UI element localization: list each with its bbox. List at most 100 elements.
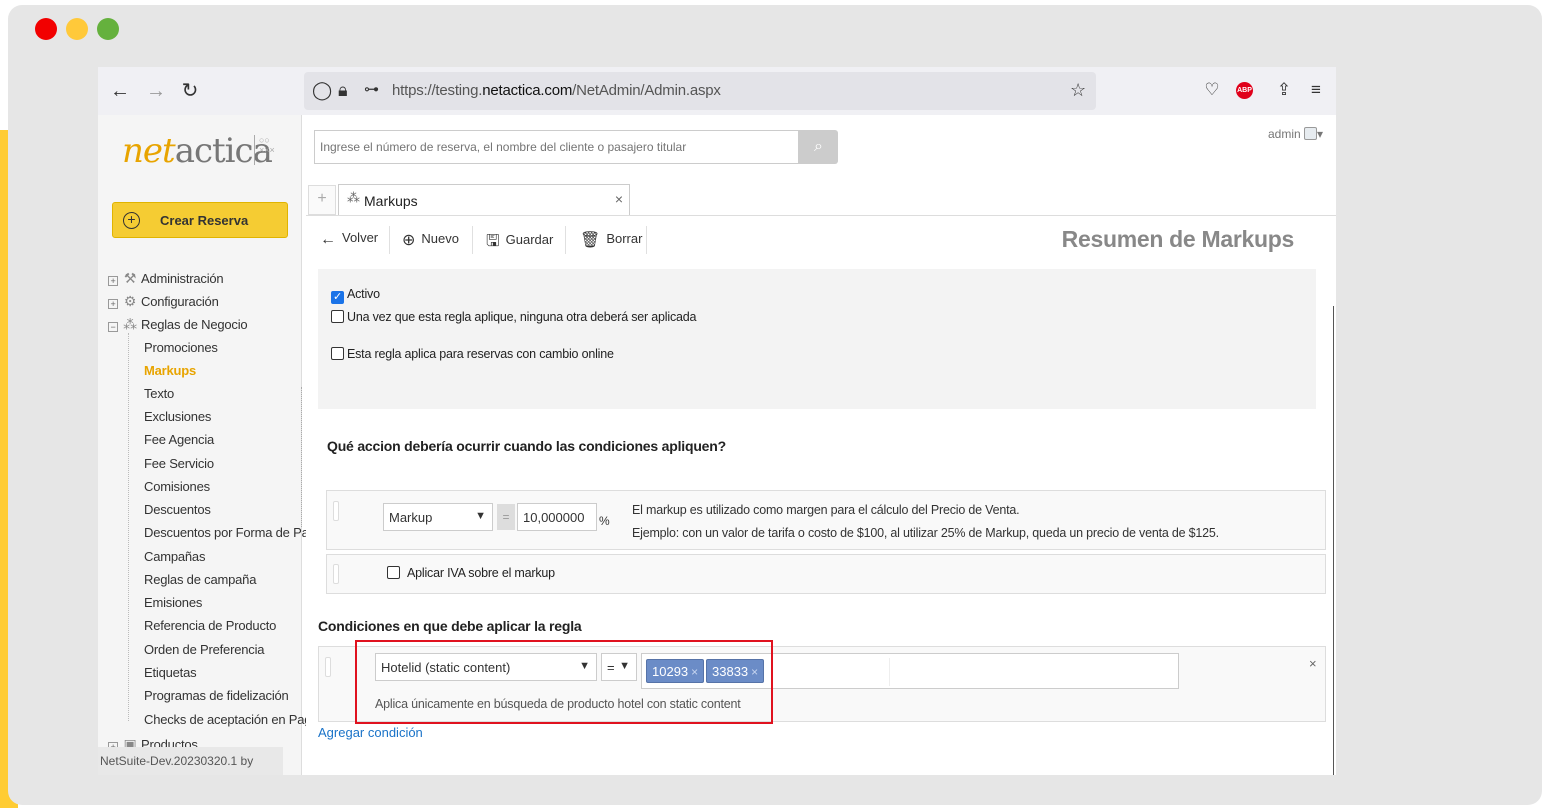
- close-tab-icon[interactable]: ×: [615, 191, 623, 207]
- exclusive-checkbox[interactable]: [331, 310, 344, 323]
- toolbar-separator: [389, 226, 390, 254]
- page-title: Resumen de Markups: [1061, 226, 1295, 252]
- forward-arrow-icon[interactable]: →: [144, 79, 168, 103]
- sidebar-item-configuracion[interactable]: + ⚙ Configuración: [108, 293, 219, 313]
- create-booking-button[interactable]: + Crear Reserva: [112, 202, 288, 238]
- exclusive-checkbox-row[interactable]: Una vez que esta regla aplique, ninguna …: [331, 310, 696, 324]
- sidebar-item-reglas-de-campana[interactable]: Reglas de campaña: [144, 572, 256, 587]
- booking-search-input[interactable]: [314, 130, 799, 164]
- sidebar-splitter[interactable]: [301, 387, 305, 527]
- sidebar-item-etiquetas[interactable]: Etiquetas: [144, 665, 197, 680]
- sidebar-item-fee-agencia[interactable]: Fee Agencia: [144, 432, 214, 447]
- remove-condition-icon[interactable]: ×: [1309, 656, 1317, 671]
- chevron-down-icon: ▼: [475, 510, 486, 522]
- online-change-checkbox[interactable]: [331, 347, 344, 360]
- logo-mark-icon: ○○ ×××: [254, 135, 282, 165]
- lock-icon[interactable]: 🔒︎: [338, 80, 348, 100]
- sidebar-item-orden-preferencia[interactable]: Orden de Preferencia: [144, 642, 264, 657]
- sidebar-item-descuentos-forma-pago[interactable]: Descuentos por Forma de Pa: [144, 525, 309, 540]
- close-window-dot[interactable]: [35, 18, 57, 40]
- trash-icon: 🗑︎: [580, 232, 601, 249]
- bookmark-star-icon[interactable]: ☆: [1070, 80, 1086, 100]
- sidebar-item-comisiones[interactable]: Comisiones: [144, 479, 210, 494]
- pocket-icon[interactable]: ♡: [1200, 79, 1224, 101]
- sidebar-item-markups[interactable]: Markups: [144, 363, 196, 378]
- drag-handle[interactable]: [333, 501, 339, 521]
- tabs-strip: + ⁂ Markups ×: [308, 183, 1336, 216]
- sidebar-item-campanas[interactable]: Campañas: [144, 549, 205, 564]
- save-button[interactable]: 🖫 Guardar: [486, 230, 553, 257]
- action-row: Markup ▼ = 10,000000 % El markup es utili…: [326, 490, 1326, 550]
- vat-row: Aplicar IVA sobre el markup: [326, 554, 1326, 594]
- back-arrow-icon[interactable]: ←: [108, 79, 132, 103]
- active-checkbox-row[interactable]: ✓ Activo: [331, 287, 380, 304]
- reload-icon[interactable]: ↻: [178, 79, 202, 103]
- network-icon: ⁂: [123, 316, 137, 332]
- maximize-window-dot[interactable]: [97, 18, 119, 40]
- netactica-logo[interactable]: netactica: [122, 131, 273, 171]
- user-menu[interactable]: admin ▾: [1268, 127, 1323, 141]
- markup-info-line1: El markup es utilizado como margen para …: [632, 503, 1020, 517]
- tree-connector: [128, 333, 129, 721]
- new-button[interactable]: ⊕ Nuevo: [402, 230, 459, 250]
- tools-icon: ⚒: [123, 270, 137, 286]
- toolbar-separator: [565, 226, 566, 254]
- sidebar-item-descuentos[interactable]: Descuentos: [144, 502, 211, 517]
- add-condition-link[interactable]: Agregar condición: [318, 725, 423, 740]
- toolbar-separator: [646, 226, 647, 254]
- action-heading: Qué accion debería ocurrir cuando las co…: [327, 438, 726, 454]
- browser-toolbar: ← → ↻ ◯ 🔒︎ ⊶ https://testing.netactica.c…: [98, 67, 1336, 115]
- unit-label: %: [599, 514, 610, 528]
- url-text[interactable]: https://testing.netactica.com/NetAdmin/A…: [392, 82, 721, 99]
- network-icon: ⁂: [347, 190, 360, 205]
- sidebar: netactica ○○ ××× + Crear Reserva + ⚒ Admini…: [98, 115, 312, 775]
- tag-text-input[interactable]: [768, 658, 890, 686]
- sidebar-item-promociones[interactable]: Promociones: [144, 340, 218, 355]
- version-label: NetSuite-Dev.20230320.1 by: [98, 747, 283, 775]
- toolbar-separator: [472, 226, 473, 254]
- vat-checkbox-row[interactable]: Aplicar IVA sobre el markup: [387, 566, 555, 580]
- search-button[interactable]: ⌕: [799, 130, 838, 164]
- address-bar[interactable]: ◯ 🔒︎ ⊶ https://testing.netactica.com/Net…: [304, 72, 1096, 110]
- shield-icon[interactable]: ◯: [312, 80, 332, 100]
- active-checkbox[interactable]: ✓: [331, 291, 344, 304]
- gear-icon: ⚙: [123, 293, 137, 309]
- sidebar-item-referencia-producto[interactable]: Referencia de Producto: [144, 618, 276, 633]
- browser-window: ← → ↻ ◯ 🔒︎ ⊶ https://testing.netactica.c…: [98, 67, 1336, 775]
- minimize-window-dot[interactable]: [66, 18, 88, 40]
- new-tab-button[interactable]: +: [308, 185, 336, 215]
- search-icon: ⌕: [814, 138, 823, 155]
- back-button[interactable]: ← Volver: [320, 230, 378, 249]
- options-panel: [318, 269, 1316, 409]
- sidebar-item-texto[interactable]: Texto: [144, 386, 174, 401]
- sidebar-item-administracion[interactable]: + ⚒ Administración: [108, 270, 224, 290]
- drag-handle[interactable]: [325, 657, 331, 677]
- plus-circle-icon: +: [123, 212, 140, 229]
- action-type-select[interactable]: Markup ▼: [383, 503, 493, 531]
- booking-search: ⌕: [314, 130, 838, 164]
- sidebar-item-fee-servicio[interactable]: Fee Servicio: [144, 456, 214, 471]
- sidebar-item-checks-aceptacion[interactable]: Checks de aceptación en Pag: [144, 712, 312, 727]
- vat-checkbox[interactable]: [387, 566, 400, 579]
- online-change-checkbox-row[interactable]: Esta regla aplica para reservas con camb…: [331, 347, 614, 361]
- avatar-icon: [1304, 127, 1318, 140]
- highlight-box: [355, 640, 773, 724]
- share-icon[interactable]: ⇪: [1272, 79, 1296, 101]
- collapse-icon[interactable]: −: [108, 322, 118, 332]
- operator-label: =: [497, 504, 515, 530]
- sidebar-item-programas-fidelizacion[interactable]: Programas de fidelización: [144, 688, 289, 703]
- panel-border: [1333, 306, 1334, 775]
- delete-button[interactable]: 🗑︎ Borrar: [580, 230, 642, 250]
- adblock-icon[interactable]: ABP: [1236, 82, 1253, 99]
- menu-icon[interactable]: ≡: [1304, 79, 1328, 101]
- sidebar-item-exclusiones[interactable]: Exclusiones: [144, 409, 211, 424]
- amount-input[interactable]: 10,000000: [517, 503, 597, 531]
- arrow-left-icon: ←: [320, 231, 336, 248]
- key-icon[interactable]: ⊶: [364, 80, 379, 100]
- tab-markups[interactable]: ⁂ Markups ×: [338, 184, 630, 216]
- plus-circle-icon: ⊕: [402, 232, 416, 249]
- expand-icon[interactable]: +: [108, 276, 118, 286]
- expand-icon[interactable]: +: [108, 299, 118, 309]
- drag-handle[interactable]: [333, 564, 339, 584]
- sidebar-item-emisiones[interactable]: Emisiones: [144, 595, 202, 610]
